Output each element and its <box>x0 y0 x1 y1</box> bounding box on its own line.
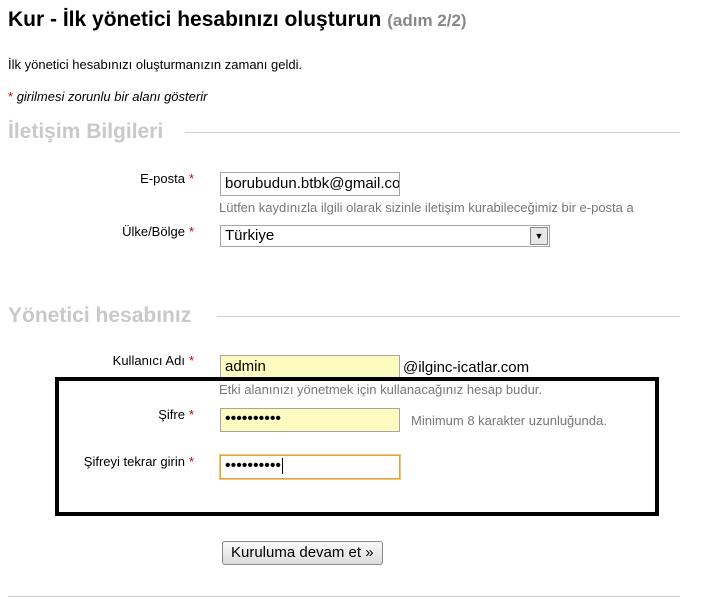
step-indicator: (adım 2/2) <box>387 11 467 30</box>
page-title: Kur - İlk yönetici hesabınızı oluşturun … <box>8 8 467 32</box>
page-title-text: Kur - İlk yönetici hesabınızı oluşturun <box>8 8 382 31</box>
password-label-text: Şifre <box>158 407 185 422</box>
email-field[interactable]: borubudun.btbk@gmail.com <box>220 172 400 196</box>
email-help: Lütfen kaydınızla ilgili olarak sizinle … <box>219 200 634 215</box>
email-required-star: * <box>188 171 194 186</box>
continue-button[interactable]: Kuruluma devam et » <box>222 541 383 565</box>
password-confirm-label-text: Şifreyi tekrar girin <box>83 454 185 469</box>
chevron-down-icon[interactable]: ▼ <box>530 227 548 245</box>
password-confirm-field[interactable]: •••••••••• <box>220 455 400 479</box>
domain-suffix: @ilginc-icatlar.com <box>403 359 530 376</box>
username-required-star: * <box>188 353 194 368</box>
password-label: Şifre * <box>0 407 194 422</box>
required-note: * girilmesi zorunlu bir alanı gösterir <box>8 89 207 104</box>
password-field[interactable]: •••••••••• <box>220 408 400 432</box>
admin-section-divider <box>217 316 680 317</box>
admin-section-heading: Yönetici hesabınız <box>8 304 192 327</box>
email-label: E-posta * <box>0 171 194 186</box>
highlight-box <box>55 377 659 516</box>
username-help: Etki alanınızı yönetmek için kullanacağı… <box>219 382 543 397</box>
required-note-text: girilmesi zorunlu bir alanı gösterir <box>16 89 208 104</box>
username-field[interactable]: admin <box>220 355 400 379</box>
country-label-text: Ülke/Bölge <box>122 224 185 239</box>
country-required-star: * <box>188 224 194 239</box>
country-select[interactable]: Türkiye ▼ <box>220 225 550 247</box>
username-label-text: Kullanıcı Adı <box>112 353 185 368</box>
email-label-text: E-posta <box>140 171 185 186</box>
username-label: Kullanıcı Adı * <box>0 353 194 368</box>
required-star: * <box>8 89 14 104</box>
country-label: Ülke/Bölge * <box>0 224 194 239</box>
password-confirm-label: Şifreyi tekrar girin * <box>0 454 194 469</box>
intro-text: İlk yönetici hesabınızı oluşturmanızın z… <box>8 57 303 72</box>
password-required-star: * <box>188 407 194 422</box>
contact-section-heading: İletişim Bilgileri <box>8 120 164 143</box>
country-select-value: Türkiye <box>225 227 275 244</box>
password-confirm-value: •••••••••• <box>225 457 282 474</box>
bottom-divider <box>8 596 680 597</box>
text-cursor <box>282 457 284 474</box>
password-confirm-required-star: * <box>188 454 194 469</box>
password-help: Minimum 8 karakter uzunluğunda. <box>411 413 607 428</box>
contact-section-divider <box>185 132 680 133</box>
